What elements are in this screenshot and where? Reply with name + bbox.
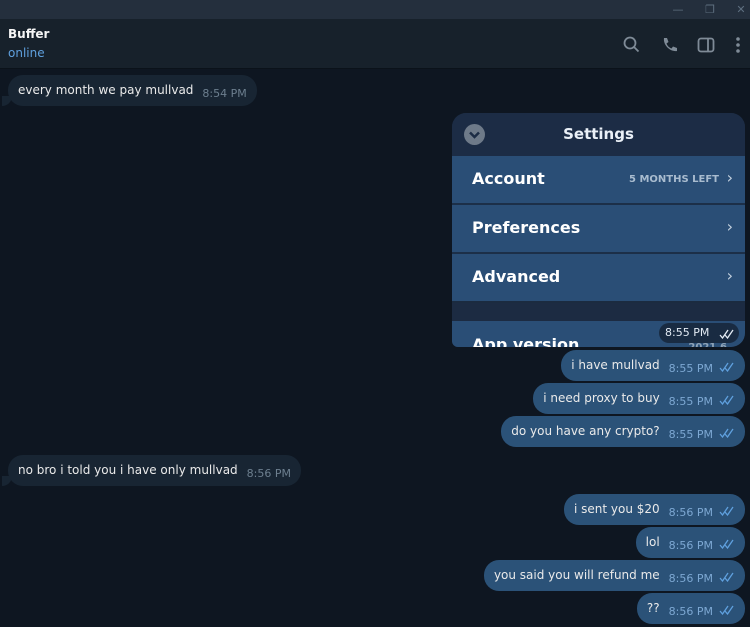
message-text: ?? — [646, 601, 660, 615]
message-image-settings-screenshot[interactable]: Settings Account 5 MONTHS LEFT › Prefere… — [452, 113, 745, 347]
message-incoming[interactable]: no bro i told you i have only mullvad 8:5… — [8, 455, 301, 486]
double-check-icon — [719, 605, 734, 615]
settings-row-advanced: Advanced › — [452, 254, 745, 301]
row-label: Preferences — [472, 218, 581, 237]
settings-header: Settings — [452, 113, 745, 156]
more-vertical-icon[interactable] — [728, 35, 748, 55]
row-label: Advanced — [472, 267, 561, 286]
chat-name[interactable]: Buffer — [8, 27, 49, 41]
close-button[interactable]: ✕ — [726, 0, 750, 19]
double-check-icon — [719, 572, 734, 582]
message-text: do you have any crypto? — [511, 424, 660, 438]
message-time: 8:56 PM — [668, 572, 713, 585]
message-text: i sent you $20 — [573, 502, 660, 516]
message-text: you said you will refund me — [493, 568, 660, 582]
search-icon[interactable] — [622, 35, 642, 55]
chat-header: Buffer online — [0, 19, 750, 69]
message-outgoing[interactable]: lol 8:56 PM — [635, 527, 745, 558]
double-check-icon — [719, 395, 734, 405]
message-outgoing[interactable]: i sent you $20 8:56 PM — [563, 494, 745, 525]
message-text: i need proxy to buy — [543, 391, 660, 405]
settings-title: Settings — [563, 125, 634, 143]
phone-icon[interactable] — [660, 35, 680, 55]
chevron-right-icon: › — [726, 266, 733, 285]
message-text: i have mullvad — [571, 358, 660, 372]
message-text: every month we pay mullvad — [18, 83, 194, 97]
message-outgoing[interactable]: i need proxy to buy 8:55 PM — [533, 383, 745, 414]
message-text: no bro i told you i have only mullvad — [18, 463, 238, 477]
row-label: App version — [472, 335, 580, 347]
message-time: 8:55 PM — [668, 428, 713, 441]
chat-status: online — [8, 46, 45, 60]
message-time: 8:56 PM — [246, 467, 291, 480]
message-incoming[interactable]: every month we pay mullvad 8:54 PM — [8, 75, 257, 106]
minimize-button[interactable]: — — [663, 0, 693, 19]
message-time: 8:54 PM — [202, 87, 247, 100]
double-check-icon — [719, 329, 734, 339]
row-label: Account — [472, 169, 545, 188]
section-gap — [452, 303, 745, 321]
message-outgoing[interactable]: i have mullvad 8:55 PM — [561, 350, 745, 381]
message-list[interactable]: every month we pay mullvad 8:54 PM Settin… — [0, 69, 750, 624]
row-value: 5 MONTHS LEFT — [629, 174, 719, 185]
message-time: 8:55 PM — [668, 362, 713, 375]
message-time: 8:56 PM — [668, 539, 713, 552]
image-timestamp: 8:55 PM — [659, 323, 739, 343]
message-outgoing[interactable]: ?? 8:56 PM — [636, 593, 745, 624]
message-time: 8:55 PM — [665, 326, 710, 339]
maximize-button[interactable]: ❐ — [695, 0, 725, 19]
double-check-icon — [719, 506, 734, 516]
double-check-icon — [719, 362, 734, 372]
sidebar-toggle-icon[interactable] — [696, 35, 716, 55]
settings-row-account: Account 5 MONTHS LEFT › — [452, 156, 745, 203]
message-text: lol — [645, 535, 660, 549]
double-check-icon — [719, 539, 734, 549]
window-titlebar: — ❐ ✕ — [0, 0, 750, 19]
message-time: 8:56 PM — [668, 605, 713, 618]
double-check-icon — [719, 428, 734, 438]
message-outgoing[interactable]: you said you will refund me 8:56 PM — [483, 560, 745, 591]
chevron-right-icon: › — [726, 217, 733, 236]
message-time: 8:55 PM — [668, 395, 713, 408]
settings-row-preferences: Preferences › — [452, 205, 745, 252]
message-outgoing[interactable]: do you have any crypto? 8:55 PM — [501, 416, 745, 447]
chevron-right-icon: › — [726, 168, 733, 187]
message-time: 8:56 PM — [668, 506, 713, 519]
